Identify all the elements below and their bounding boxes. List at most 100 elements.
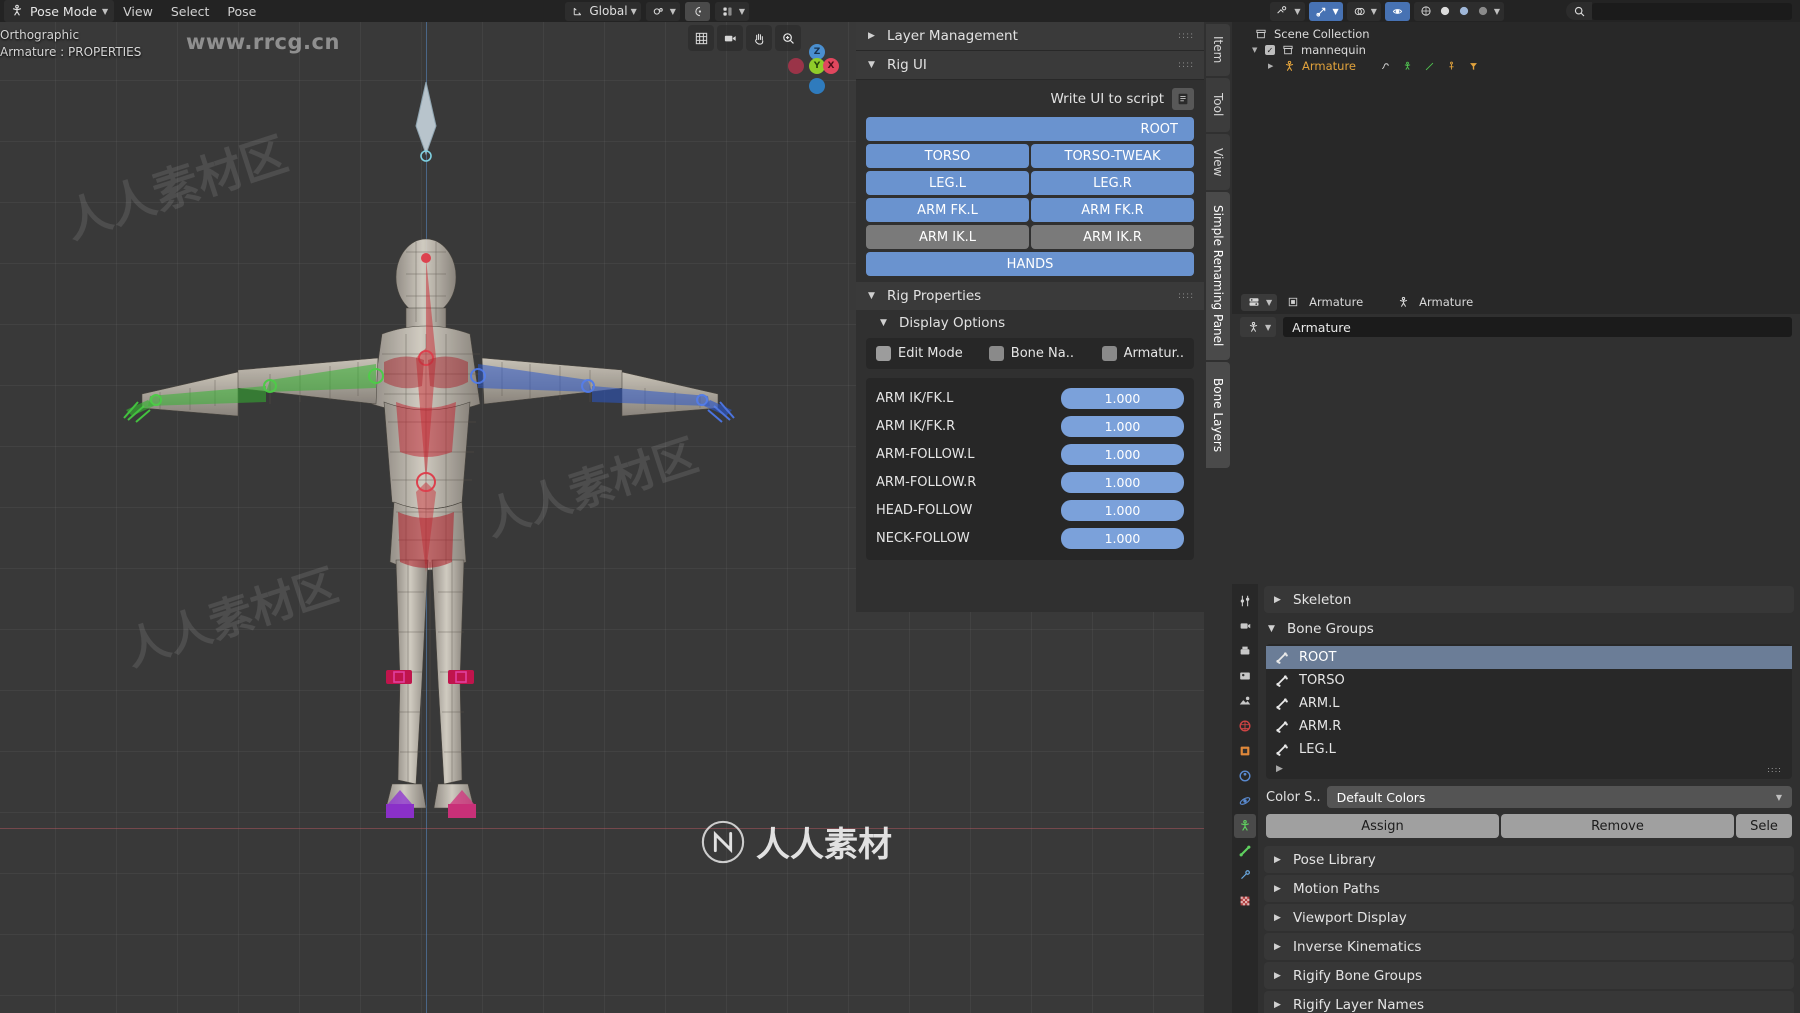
section-pose-library[interactable]: ▶ Pose Library bbox=[1264, 846, 1794, 873]
bone-group-item-torso[interactable]: TORSO bbox=[1266, 669, 1792, 692]
hand-pan-icon[interactable] bbox=[746, 25, 772, 51]
search-icon[interactable] bbox=[1566, 2, 1592, 20]
slider-value-arm-ikfk-l[interactable]: 1.000 bbox=[1061, 387, 1184, 409]
tab-material[interactable] bbox=[1234, 889, 1256, 913]
checkbox-box-icon[interactable] bbox=[1101, 346, 1117, 361]
section-inverse-kinematics[interactable]: ▶ Inverse Kinematics bbox=[1264, 933, 1794, 960]
checkbox-bone-names[interactable]: Bone Na.. bbox=[988, 346, 1102, 361]
gizmo-axis-neg-z[interactable] bbox=[809, 78, 825, 94]
rig-button-leg-r[interactable]: LEG.R bbox=[1031, 171, 1194, 195]
sidebar-tab-view[interactable]: View bbox=[1206, 134, 1230, 190]
sidebar-tab-tool[interactable]: Tool bbox=[1206, 78, 1230, 132]
section-viewport-display[interactable]: ▶ Viewport Display bbox=[1264, 904, 1794, 931]
menu-pose[interactable]: Pose bbox=[218, 0, 265, 22]
grid-snap-icon[interactable] bbox=[688, 25, 714, 51]
navigation-gizmo[interactable]: Z Y X bbox=[788, 38, 845, 94]
breadcrumb-data[interactable]: Armature bbox=[1419, 295, 1473, 309]
tab-object[interactable] bbox=[1234, 739, 1256, 763]
panel-header-rig-properties[interactable]: ▼ Rig Properties :::: bbox=[856, 282, 1204, 310]
chevron-down-icon[interactable]: ▼ bbox=[1252, 46, 1260, 54]
constraint-icon[interactable] bbox=[1443, 58, 1459, 74]
bone-groups-list[interactable]: ROOT TORSO ARM.L ARM.R LEG.L ▶:::: bbox=[1266, 644, 1792, 779]
slider-value-head-follow[interactable]: 1.000 bbox=[1061, 499, 1184, 521]
xray-toggle[interactable] bbox=[1384, 1, 1410, 21]
mode-selector[interactable]: Pose Mode ▼ bbox=[4, 0, 115, 22]
rig-button-leg-l[interactable]: LEG.L bbox=[866, 171, 1029, 195]
pose-icon[interactable] bbox=[1399, 58, 1415, 74]
sidebar-tab-bone-layers[interactable]: Bone Layers bbox=[1206, 362, 1230, 468]
tab-bone-constraint[interactable] bbox=[1234, 864, 1256, 888]
wireframe-shading-icon[interactable] bbox=[1418, 3, 1435, 20]
bone-groups-expand-row[interactable]: ▶ :::: bbox=[1266, 761, 1792, 777]
tab-view-layer[interactable] bbox=[1234, 664, 1256, 688]
breadcrumb-object[interactable]: Armature bbox=[1309, 295, 1363, 309]
tab-modifier[interactable] bbox=[1234, 764, 1256, 788]
collection-checkbox[interactable]: ✓ bbox=[1265, 45, 1275, 55]
checkbox-box-icon[interactable] bbox=[988, 346, 1004, 361]
filter-icon[interactable] bbox=[1465, 58, 1481, 74]
color-set-dropdown[interactable]: Default Colors ▼ bbox=[1326, 786, 1792, 808]
drag-handle-icon[interactable]: :::: bbox=[1178, 291, 1193, 300]
slider-value-arm-follow-r[interactable]: 1.000 bbox=[1061, 471, 1184, 493]
solid-shading-icon[interactable] bbox=[1437, 3, 1454, 20]
bone-group-item-root[interactable]: ROOT bbox=[1266, 646, 1792, 669]
tab-world[interactable] bbox=[1234, 714, 1256, 738]
mannequin-armature[interactable] bbox=[120, 62, 740, 842]
tab-physics[interactable] bbox=[1234, 789, 1256, 813]
transform-orientation-selector[interactable]: Global ▼ bbox=[565, 1, 641, 21]
slider-value-neck-follow[interactable]: 1.000 bbox=[1061, 527, 1184, 549]
rig-button-root[interactable]: ROOT bbox=[866, 117, 1194, 141]
data-type-selector[interactable]: ▼ bbox=[1240, 317, 1277, 337]
gizmo-toggle[interactable]: ▼ bbox=[1308, 1, 1343, 21]
rig-button-torso[interactable]: TORSO bbox=[866, 144, 1029, 168]
select-button[interactable]: Sele bbox=[1736, 814, 1792, 838]
bone-group-item-arm-r[interactable]: ARM.R bbox=[1266, 715, 1792, 738]
armature-data-icon[interactable] bbox=[1421, 58, 1437, 74]
slider-value-arm-ikfk-r[interactable]: 1.000 bbox=[1061, 415, 1184, 437]
tab-bone[interactable] bbox=[1234, 839, 1256, 863]
drag-handle-icon[interactable]: :::: bbox=[1178, 60, 1193, 69]
rig-button-arm-fk-l[interactable]: ARM FK.L bbox=[866, 198, 1029, 222]
camera-icon[interactable] bbox=[717, 25, 743, 51]
section-rigify-layer-names[interactable]: ▶ Rigify Layer Names bbox=[1264, 991, 1794, 1013]
bone-group-item-leg-l[interactable]: LEG.L bbox=[1266, 738, 1792, 761]
remove-button[interactable]: Remove bbox=[1501, 814, 1734, 838]
section-skeleton[interactable]: ▶ Skeleton bbox=[1264, 586, 1794, 613]
modifier-icon[interactable] bbox=[1377, 58, 1393, 74]
chevron-right-icon[interactable]: ▶ bbox=[1276, 764, 1283, 774]
checkbox-box-icon[interactable] bbox=[876, 346, 891, 361]
tab-output[interactable] bbox=[1234, 639, 1256, 663]
outliner-editor[interactable]: Scene Collection ▼ ✓ mannequin ▶ Armatur… bbox=[1232, 22, 1800, 290]
write-ui-script-button[interactable] bbox=[1172, 88, 1194, 110]
editor-type-selector[interactable]: ▼ bbox=[1241, 293, 1278, 311]
checkbox-edit-mode[interactable]: Edit Mode bbox=[876, 346, 989, 361]
tab-tool[interactable] bbox=[1234, 589, 1256, 613]
rig-button-arm-ik-r[interactable]: ARM IK.R bbox=[1031, 225, 1194, 249]
material-shading-icon[interactable] bbox=[1456, 3, 1473, 20]
gizmo-axis-neg-x[interactable] bbox=[788, 58, 804, 74]
shading-mode-group[interactable]: ▼ bbox=[1413, 1, 1504, 21]
section-motion-paths[interactable]: ▶ Motion Paths bbox=[1264, 875, 1794, 902]
rig-button-hands[interactable]: HANDS bbox=[866, 252, 1194, 276]
menu-view[interactable]: View bbox=[114, 0, 162, 22]
section-rigify-bone-groups[interactable]: ▶ Rigify Bone Groups bbox=[1264, 962, 1794, 989]
outliner-row-armature[interactable]: ▶ Armature bbox=[1232, 58, 1800, 74]
rig-button-torso-tweak[interactable]: TORSO-TWEAK bbox=[1031, 144, 1194, 168]
overlays-selector[interactable]: ▼ bbox=[1346, 1, 1381, 21]
sidebar-tab-simple-renaming-panel[interactable]: Simple Renaming Panel bbox=[1206, 192, 1230, 360]
bone-group-item-arm-l[interactable]: ARM.L bbox=[1266, 692, 1792, 715]
rendered-shading-icon[interactable] bbox=[1475, 3, 1492, 20]
rig-button-arm-fk-r[interactable]: ARM FK.R bbox=[1031, 198, 1194, 222]
panel-header-display-options[interactable]: ▼ Display Options bbox=[856, 310, 1204, 336]
chevron-right-icon[interactable]: ▶ bbox=[1268, 62, 1276, 70]
gizmo-axis-x[interactable]: X bbox=[823, 58, 839, 74]
resize-grip-icon[interactable]: :::: bbox=[1767, 765, 1782, 773]
rig-button-arm-ik-l[interactable]: ARM IK.L bbox=[866, 225, 1029, 249]
outliner-row-mannequin[interactable]: ▼ ✓ mannequin bbox=[1232, 42, 1800, 58]
tab-object-data[interactable] bbox=[1234, 814, 1256, 838]
slider-value-arm-follow-l[interactable]: 1.000 bbox=[1061, 443, 1184, 465]
sidebar-tab-item[interactable]: Item bbox=[1206, 24, 1230, 76]
proportional-falloff-selector[interactable]: ▼ bbox=[714, 1, 750, 21]
panel-header-layer-management[interactable]: ▶ Layer Management :::: bbox=[856, 22, 1204, 51]
panel-header-rig-ui[interactable]: ▼ Rig UI :::: bbox=[856, 51, 1204, 80]
